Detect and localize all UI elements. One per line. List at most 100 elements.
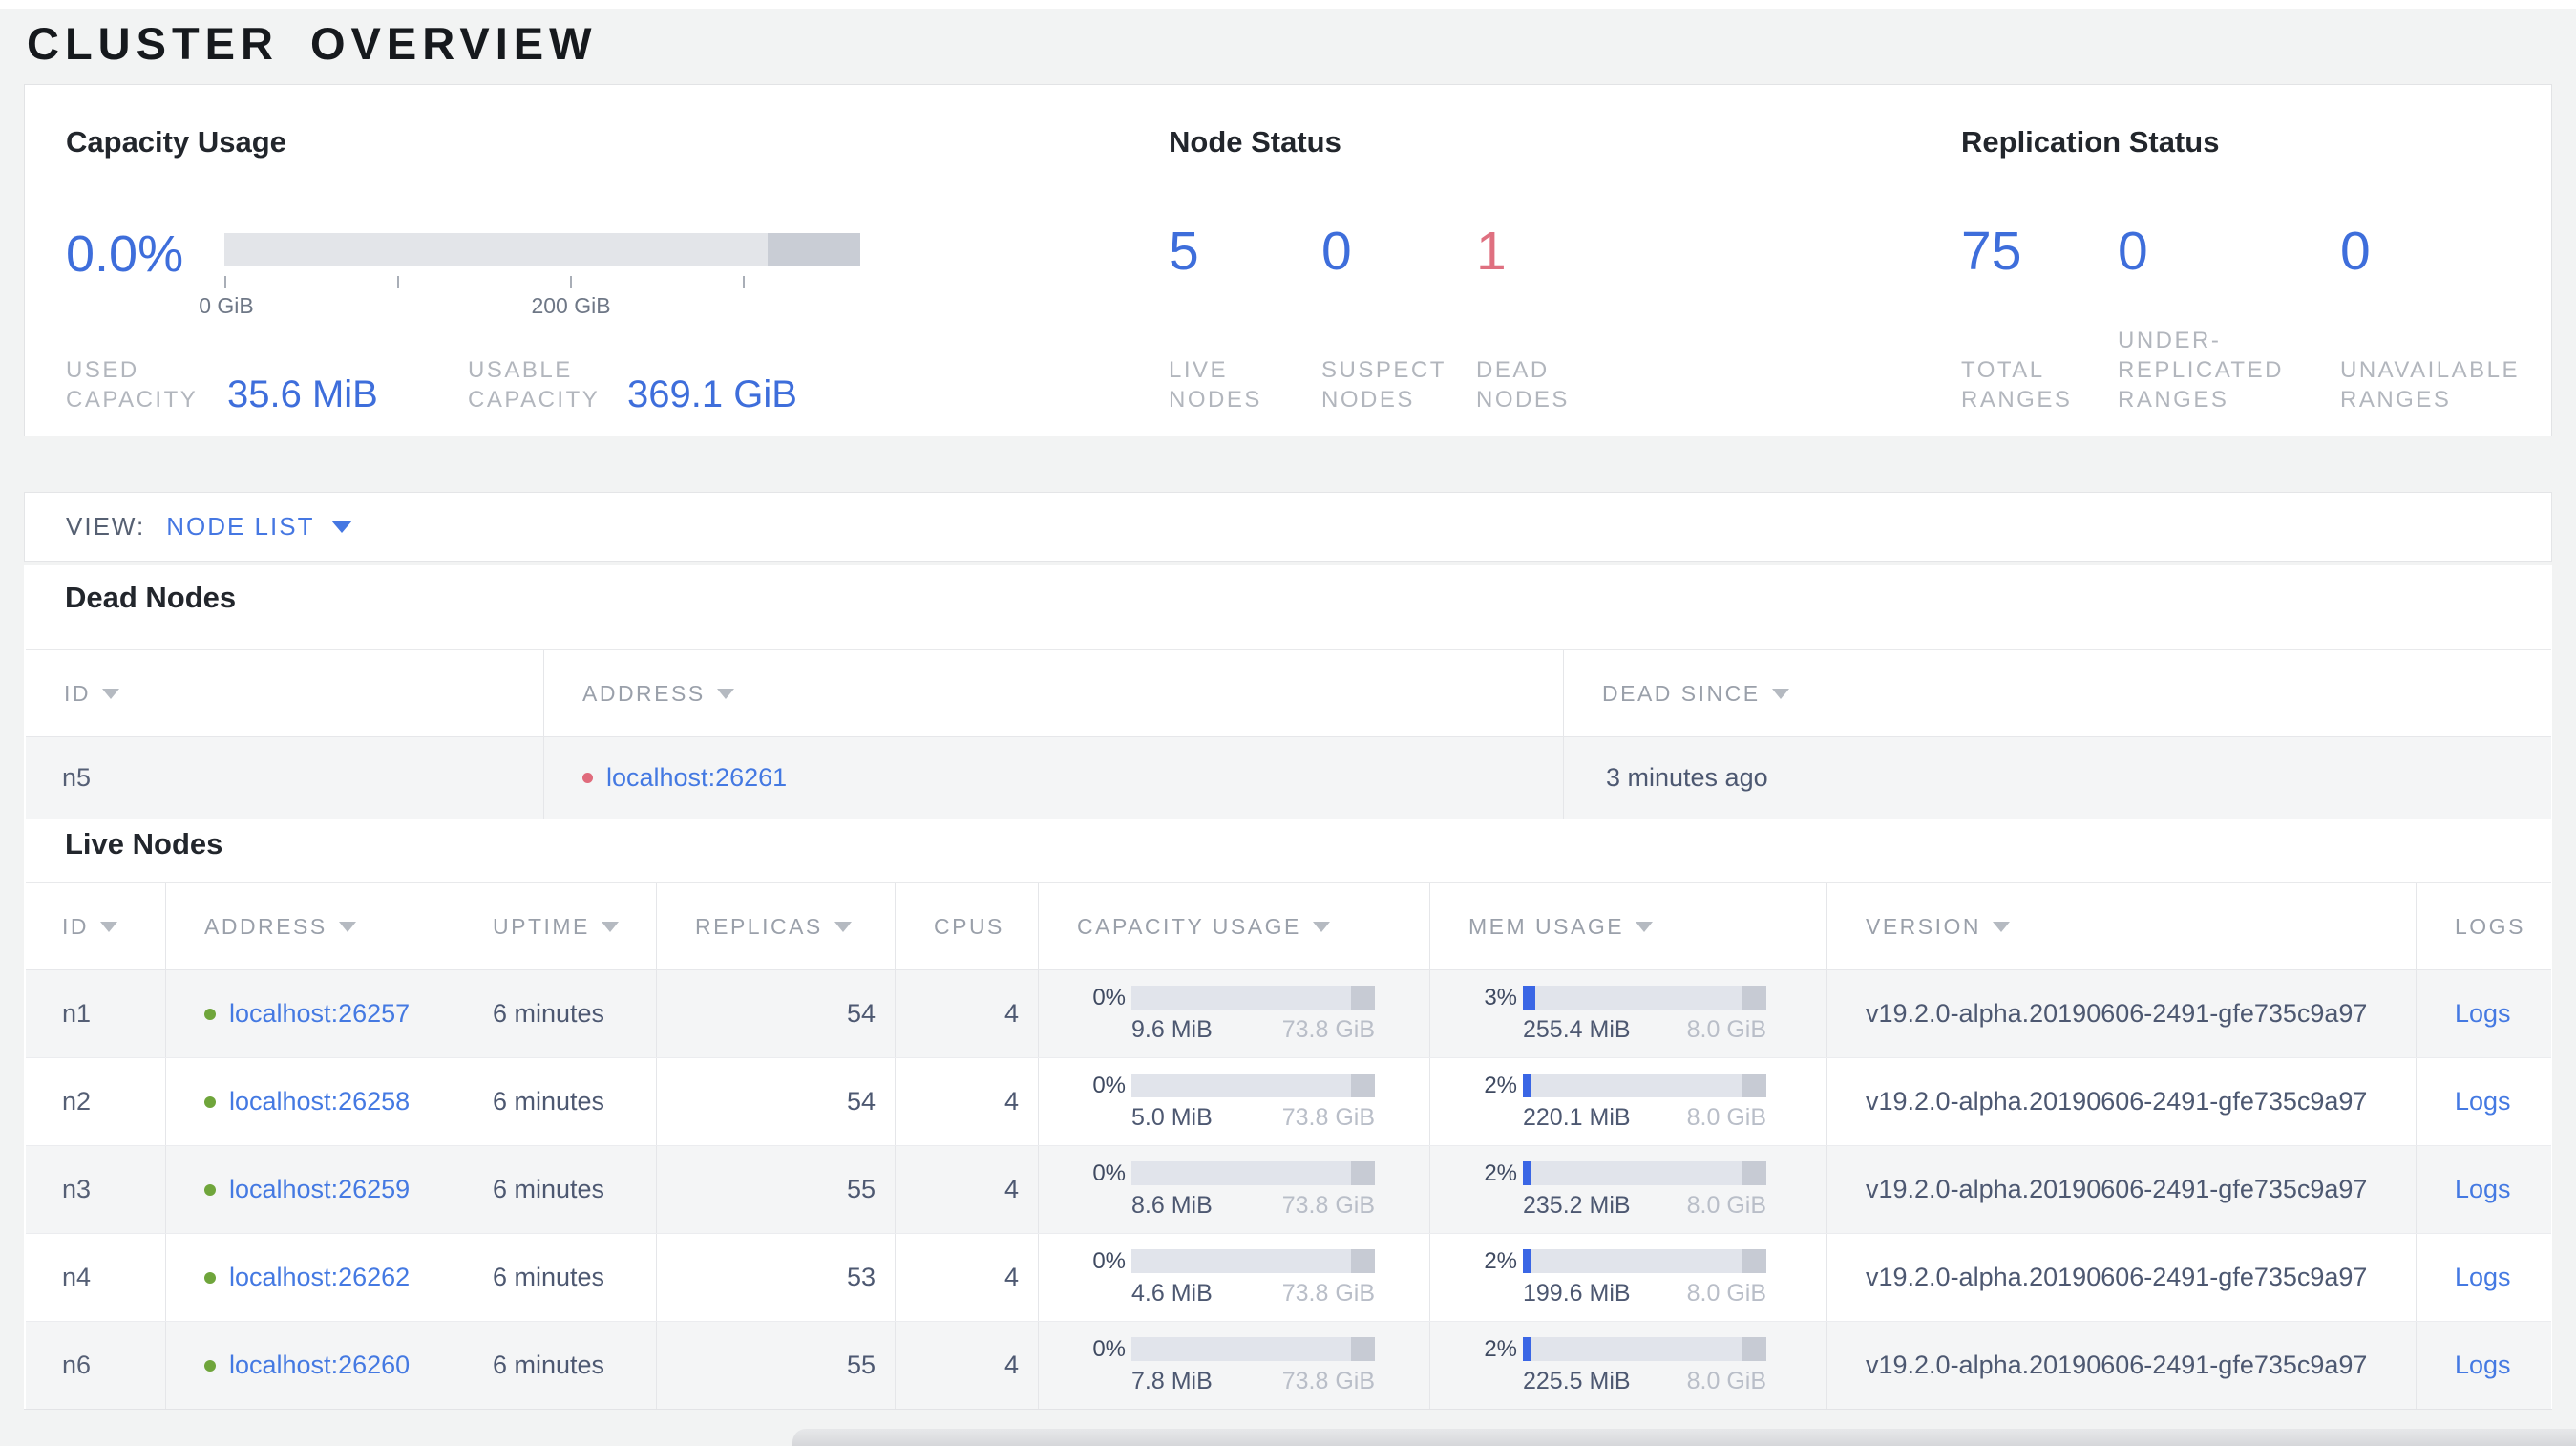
capacity-bar	[1131, 1249, 1375, 1273]
view-selected-value: NODE LIST	[166, 512, 315, 541]
live-node-row: n6 localhost:26260 6 minutes 55 4 0% 7.8…	[26, 1322, 2551, 1410]
live-node-row: n2 localhost:26258 6 minutes 54 4 0% 5.0…	[26, 1058, 2551, 1146]
node-logs-cell: Logs	[2417, 1322, 2551, 1409]
replication-status-heading: Replication Status	[1961, 125, 2220, 159]
capacity-bar	[1131, 1337, 1375, 1361]
live-status-dot-icon	[204, 1359, 216, 1372]
sort-arrow-icon	[716, 688, 734, 699]
live-nodes-heading: Live Nodes	[65, 827, 223, 861]
logs-link[interactable]: Logs	[2455, 1263, 2511, 1292]
suspect-nodes-label: SUSPECT NODES	[1321, 357, 1446, 413]
mem-pct: 2%	[1484, 1160, 1517, 1186]
sort-arrow-icon	[1993, 921, 2011, 932]
node-mem-usage: 2% 220.1 MiB 8.0 GiB	[1430, 1058, 1827, 1145]
node-version: v19.2.0-alpha.20190606-2491-gfe735c9a97	[1827, 1146, 2417, 1233]
suspect-nodes-count: 0	[1321, 221, 1352, 282]
mem-bar	[1523, 1074, 1766, 1097]
node-status-heading: Node Status	[1169, 125, 1341, 159]
node-cpus: 4	[896, 1234, 1039, 1321]
node-mem-usage: 2% 225.5 MiB 8.0 GiB	[1430, 1322, 1827, 1409]
mem-bar	[1523, 1337, 1766, 1361]
node-address-link[interactable]: localhost:26262	[229, 1263, 410, 1292]
chevron-down-icon	[331, 521, 353, 533]
mem-pct: 3%	[1484, 985, 1517, 1010]
mem-pct: 2%	[1484, 1248, 1517, 1274]
sort-arrow-icon	[1636, 921, 1654, 932]
node-logs-cell: Logs	[2417, 970, 2551, 1057]
node-address-link[interactable]: localhost:26257	[229, 999, 410, 1029]
node-address-cell: localhost:26260	[166, 1322, 454, 1409]
capacity-total: 73.8 GiB	[1281, 1192, 1375, 1219]
node-address-link[interactable]: localhost:26260	[229, 1350, 410, 1380]
dead-col-id[interactable]: ID	[26, 650, 544, 736]
logs-link[interactable]: Logs	[2455, 1175, 2511, 1204]
live-status-dot-icon	[204, 1095, 216, 1108]
logs-link[interactable]: Logs	[2455, 1087, 2511, 1116]
used-capacity-value: 35.6 MiB	[227, 373, 378, 415]
gauge-tick-2	[570, 276, 572, 288]
node-address-link[interactable]: localhost:26259	[229, 1175, 410, 1204]
logs-link[interactable]: Logs	[2455, 1350, 2511, 1380]
bottom-shadow	[792, 1429, 2576, 1446]
top-strip	[0, 0, 2576, 9]
summary-card: Capacity Usage 0.0% 0 GiB 200 GiB USED C…	[24, 84, 2552, 436]
node-address-cell: localhost:26257	[166, 970, 454, 1057]
capacity-used: 5.0 MiB	[1131, 1104, 1213, 1131]
node-mem-usage: 2% 199.6 MiB 8.0 GiB	[1430, 1234, 1827, 1321]
node-cpus: 4	[896, 970, 1039, 1057]
capacity-pct: 0%	[1092, 985, 1126, 1010]
gauge-tick-1	[397, 276, 399, 288]
capacity-bar	[1131, 1161, 1375, 1185]
node-cpus: 4	[896, 1058, 1039, 1145]
live-col-logs: LOGS	[2455, 913, 2525, 939]
node-cpus: 4	[896, 1146, 1039, 1233]
live-col-capacity[interactable]: CAPACITY USAGE	[1039, 883, 1430, 969]
dead-nodes-table-header: ID ADDRESS DEAD SINCE	[26, 649, 2551, 737]
mem-pct: 2%	[1484, 1073, 1517, 1098]
sort-arrow-icon	[1312, 921, 1330, 932]
node-capacity-usage: 0% 7.8 MiB 73.8 GiB	[1039, 1322, 1430, 1409]
capacity-usage-heading: Capacity Usage	[66, 125, 286, 159]
live-status-dot-icon	[204, 1183, 216, 1196]
live-col-address[interactable]: ADDRESS	[166, 883, 454, 969]
node-address-link[interactable]: localhost:26258	[229, 1087, 410, 1116]
page-title: CLUSTER OVERVIEW	[27, 18, 598, 69]
capacity-bar	[1131, 1074, 1375, 1097]
view-selector-dropdown[interactable]: NODE LIST	[166, 512, 353, 542]
node-replicas: 55	[657, 1322, 896, 1409]
dead-col-dead-since[interactable]: DEAD SINCE	[1564, 650, 2551, 736]
capacity-total: 73.8 GiB	[1281, 1368, 1375, 1394]
capacity-used: 4.6 MiB	[1131, 1280, 1213, 1307]
dead-node-address-link[interactable]: localhost:26261	[606, 763, 787, 793]
sort-arrow-icon	[338, 921, 356, 932]
nodes-section: Dead Nodes ID ADDRESS DEAD SINCE n5 loca…	[24, 565, 2552, 1410]
mem-total: 8.0 GiB	[1686, 1104, 1766, 1131]
capacity-gauge-other-segment	[768, 233, 860, 266]
mem-total: 8.0 GiB	[1686, 1016, 1766, 1043]
live-status-dot-icon	[204, 1008, 216, 1020]
mem-total: 8.0 GiB	[1686, 1280, 1766, 1307]
node-address-cell: localhost:26258	[166, 1058, 454, 1145]
gauge-tick-0	[224, 276, 226, 288]
live-col-version[interactable]: VERSION	[1827, 883, 2417, 969]
capacity-gauge-bar	[224, 233, 860, 266]
node-id: n4	[26, 1234, 166, 1321]
mem-bar	[1523, 1161, 1766, 1185]
dead-nodes-label: DEAD NODES	[1476, 357, 1570, 413]
dead-col-address[interactable]: ADDRESS	[544, 650, 1564, 736]
node-version: v19.2.0-alpha.20190606-2491-gfe735c9a97	[1827, 1234, 2417, 1321]
mem-used: 220.1 MiB	[1523, 1104, 1631, 1131]
node-replicas: 55	[657, 1146, 896, 1233]
dead-node-dead-since: 3 minutes ago	[1606, 763, 1768, 792]
capacity-used: 7.8 MiB	[1131, 1368, 1213, 1394]
capacity-pct: 0%	[1092, 1160, 1126, 1186]
live-col-cpus: CPUS	[896, 883, 1039, 969]
live-col-id[interactable]: ID	[26, 883, 166, 969]
gauge-tick-label-mid: 200 GiB	[531, 293, 611, 318]
live-col-mem[interactable]: MEM USAGE	[1430, 883, 1827, 969]
node-replicas: 53	[657, 1234, 896, 1321]
logs-link[interactable]: Logs	[2455, 999, 2511, 1029]
capacity-total: 73.8 GiB	[1281, 1280, 1375, 1307]
live-col-uptime[interactable]: UPTIME	[454, 883, 657, 969]
live-col-replicas[interactable]: REPLICAS	[657, 883, 896, 969]
